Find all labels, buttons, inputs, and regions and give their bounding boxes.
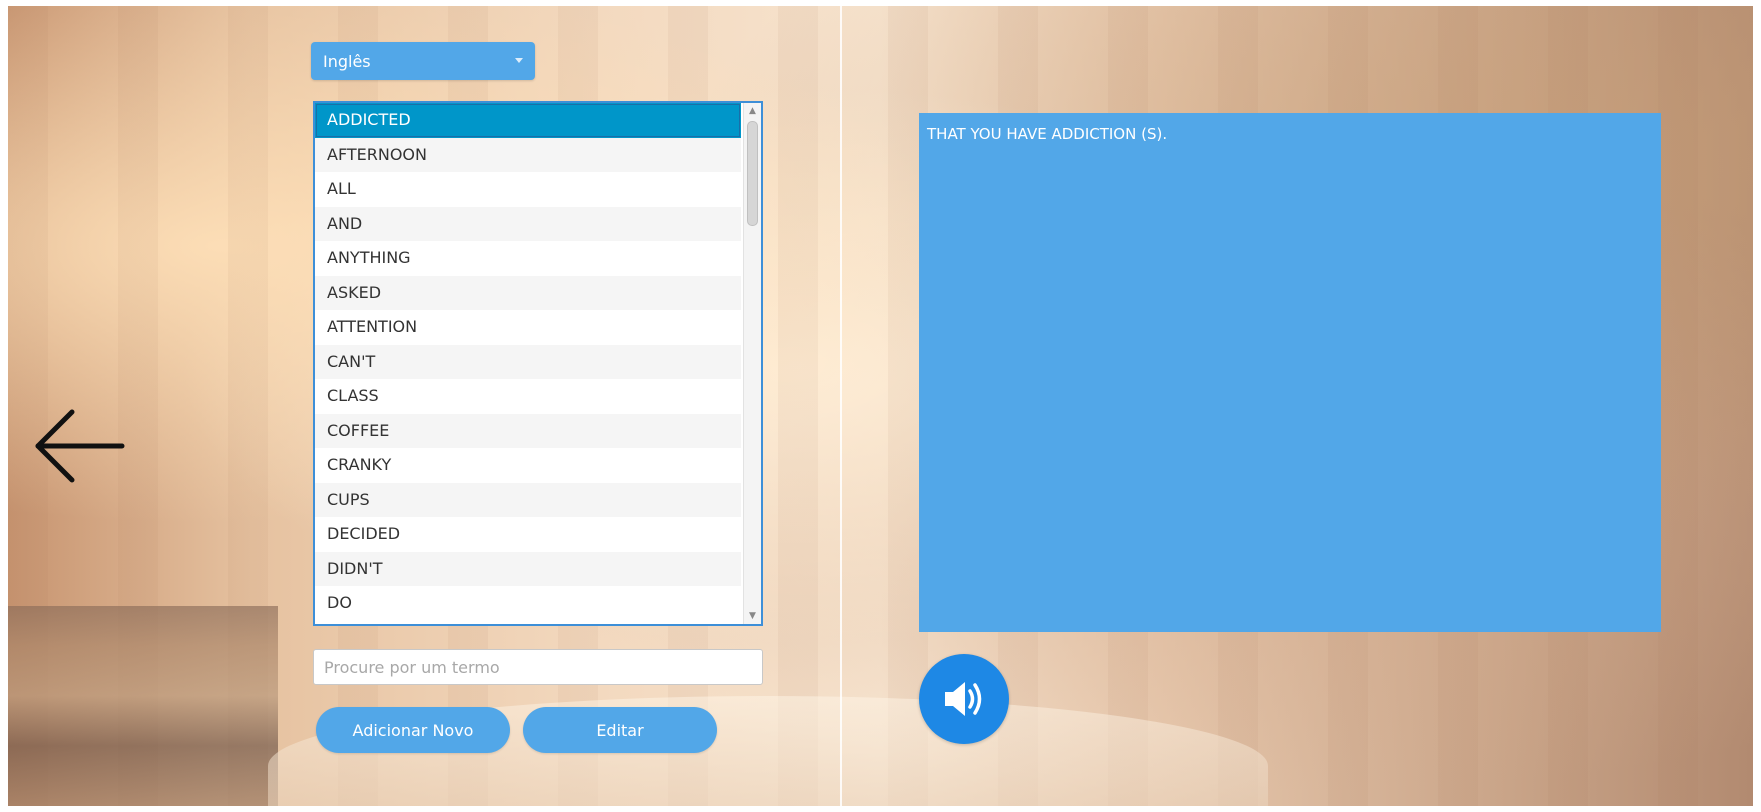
list-item[interactable]: DECIDED (315, 517, 741, 552)
language-select-value: Inglês (323, 51, 371, 71)
play-sound-button[interactable] (919, 654, 1009, 744)
background-books-left (8, 606, 278, 806)
list-item[interactable]: ASKED (315, 275, 741, 310)
word-listbox[interactable]: ADDICTED AFTERNOON ALL AND ANYTHING ASKED ATTE… (313, 101, 763, 626)
list-item[interactable]: ATTENTION (315, 310, 741, 345)
definition-text: THAT YOU HAVE ADDICTION (S). (927, 125, 1168, 143)
search-input[interactable] (313, 649, 763, 685)
speaker-icon (945, 682, 982, 716)
list-item[interactable]: CUPS (315, 482, 741, 517)
list-item[interactable]: DO (315, 586, 741, 621)
list-item[interactable]: DIDN'T (315, 551, 741, 586)
scroll-down-icon[interactable]: ▼ (744, 608, 761, 624)
list-item[interactable]: ANYTHING (315, 241, 741, 276)
list-item[interactable]: COFFEE (315, 413, 741, 448)
list-item[interactable]: CAN'T (315, 344, 741, 379)
word-list-items: ADDICTED AFTERNOON ALL AND ANYTHING ASKED ATTE… (315, 103, 741, 621)
background-frame: Inglês ADDICTED AFTERNOON ALL AND ANYTHING AS… (8, 6, 1753, 806)
edit-button[interactable]: Editar (523, 707, 717, 753)
list-item[interactable]: AND (315, 206, 741, 241)
definition-panel: THAT YOU HAVE ADDICTION (S). (919, 113, 1661, 632)
list-item[interactable]: AFTERNOON (315, 137, 741, 172)
word-list-scrollbar[interactable]: ▲ ▼ (743, 103, 761, 624)
back-arrow-icon[interactable] (30, 406, 126, 486)
list-item[interactable]: CRANKY (315, 448, 741, 483)
caret-down-icon (515, 58, 523, 63)
scroll-up-icon[interactable]: ▲ (744, 103, 761, 119)
panel-divider (840, 6, 842, 806)
add-new-button[interactable]: Adicionar Novo (316, 707, 510, 753)
list-item[interactable]: ALL (315, 172, 741, 207)
language-select[interactable]: Inglês (311, 42, 535, 80)
list-item[interactable]: ADDICTED (315, 103, 741, 138)
list-item[interactable]: CLASS (315, 379, 741, 414)
scroll-thumb[interactable] (747, 121, 758, 226)
